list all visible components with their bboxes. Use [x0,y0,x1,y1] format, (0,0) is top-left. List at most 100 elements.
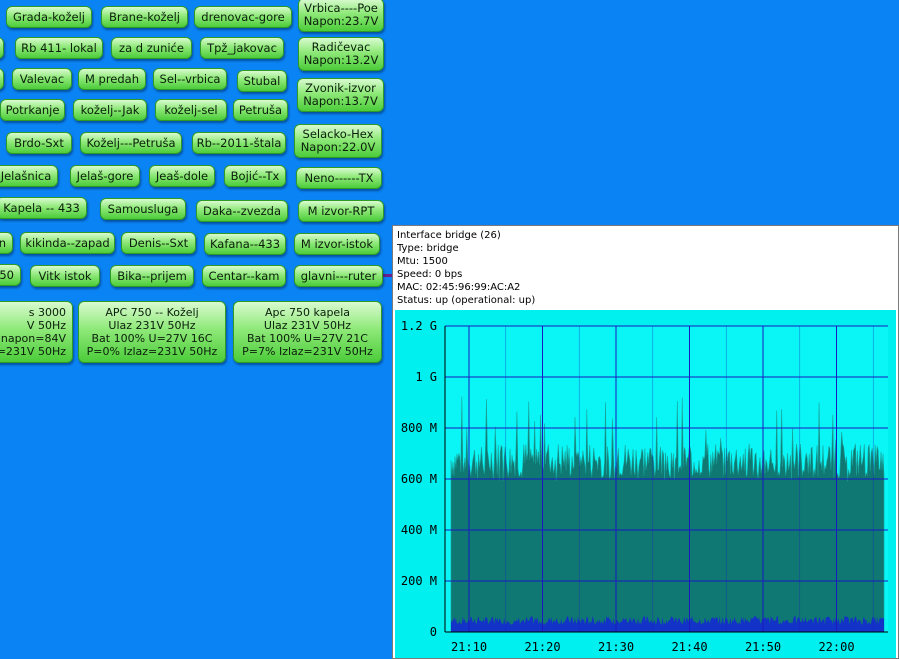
y-tick-label: 800 M [401,421,437,435]
node-apc-750-kozelj[interactable]: APC 750 -- Koželj Ulaz 231V 50Hz Bat 100% … [78,301,226,363]
node-label-line: Napon:13.7V [303,94,378,108]
node-jelas-gore[interactable]: Jelaš-gore [70,165,140,187]
node-label-line: n [0,237,6,250]
x-tick-label: 21:50 [745,640,781,654]
node-centar-kam[interactable]: Centar--kam [202,265,286,287]
node-zvonik-izvor[interactable]: Zvonik-izvor Napon:13.7V [297,78,384,112]
node-label-line: APC 750 -- Koželj [105,306,199,319]
y-tick-label: 600 M [401,472,437,486]
node-partial-n[interactable]: n [0,232,13,254]
node-stubal[interactable]: Stubal [237,70,287,92]
node-valevac[interactable]: Valevac [12,68,72,90]
node-label-line: P=0% Izlaz=231V 50Hz [86,345,218,358]
node-label-line: koželj-sel [164,103,218,117]
interface-tooltip: Interface bridge (26) Type: bridge Mtu: … [392,225,899,659]
node-label-line: Grada-koželj [13,10,85,24]
node-label-line: M izvor-istok [300,237,374,251]
node-label-line: V 50Hz [26,319,66,332]
node-m-izvor-rpt[interactable]: M izvor-RPT [298,200,384,222]
node-apc-750-kapela[interactable]: Apc 750 kapela Ulaz 231V 50Hz Bat 100% U=2… [233,301,382,363]
node-grada-kozelj[interactable]: Grada-koželj [6,6,92,28]
node-label-line: Jeaš-dole [155,169,209,183]
node-samousluga[interactable]: Samousluga [100,198,186,220]
node-potrkanje[interactable]: Potrkanje [0,99,65,121]
node-label-line: Rb--2011-štala [196,136,282,150]
node-label-line: Kapela -- 433 [3,201,80,215]
node-label-line: s 3000 [28,306,66,319]
interface-info: Interface bridge (26) Type: bridge Mtu: … [397,229,535,307]
node-rb-2011-stala[interactable]: Rb--2011-štala [192,132,286,154]
traffic-graph: 0 200 M 400 M 600 M 800 M 1 G 1.2 G 21:10 21:20 2… [395,310,896,658]
node-jelasnica[interactable]: Jelašnica [0,165,58,187]
y-tick-label: 400 M [401,523,437,537]
node-selacko-hex[interactable]: Selacko-Hex Napon:22.0V [294,124,382,158]
node-label-line: Samousluga [107,202,179,216]
node-label-line: koželj--Jak [80,103,140,117]
node-bika-prijem[interactable]: Bika--prijem [110,265,194,287]
node-tpz-jakovac[interactable]: Tpž_jakovac [200,37,284,59]
node-label-line: Ulaz 231V 50Hz [108,319,196,332]
node-label-line: kikinda--zapad [25,236,110,250]
node-partial-750[interactable]: 750 [0,264,21,286]
node-rb-411-lokal[interactable]: Rb 411- lokal [15,37,103,59]
node-neno-tx[interactable]: Neno------TX [296,167,382,189]
node-label-line: Jelaš-gore [76,169,134,183]
node-vrbica-poe[interactable]: Vrbica----Poe Napon:23.7V [298,0,384,32]
interface-type: Type: bridge [397,243,459,254]
node-brdo-sxt[interactable]: Brdo-Sxt [6,132,72,154]
x-tick-label: 21:30 [598,640,634,654]
node-denis-sxt[interactable]: Denis--Sxt [121,232,196,254]
node-label-line: Stubal [243,74,281,88]
node-label-line: Valevac [19,72,65,86]
node-sel-vrbica[interactable]: Sel--vrbica [153,68,227,90]
node-kafana-433[interactable]: Kafana--433 [204,233,286,255]
node-label-line: M izvor-RPT [307,204,375,218]
node-kozelj-sel[interactable]: koželj-sel [155,99,227,121]
node-bojic-tx[interactable]: Bojić--Tx [224,165,286,187]
interface-status: Status: up (operational: up) [397,295,536,306]
y-tick-label: 0 [430,625,437,639]
node-kikinda-zapad[interactable]: kikinda--zapad [20,232,115,254]
node-label-line: Sel--vrbica [159,72,221,86]
node-label-line: Bat 100% U=27V 21C [246,332,368,345]
y-tick-label: 200 M [401,574,437,588]
node-daka-zvezda[interactable]: Daka--zvezda [196,200,288,222]
x-tick-label: 22:00 [818,640,854,654]
node-kozelj-petrusa[interactable]: Koželj---Petruša [80,132,182,154]
interface-mtu: Mtu: 1500 [397,256,448,267]
node-label-line: Petruša [238,103,283,117]
node-label-line: Tpž_jakovac [207,41,277,55]
node-label-line: Jelašnica [0,169,52,183]
interface-speed: Speed: 0 bps [397,269,463,280]
node-glavni-ruter[interactable]: glavni---ruter [294,265,383,287]
node-petrusa[interactable]: Petruša [233,99,288,121]
node-za-d-zunice[interactable]: za d zuniće [111,37,192,59]
interface-title: Interface bridge (26) [397,230,501,241]
node-label-line: drenovac-gore [201,10,285,24]
node-brane-kozelj[interactable]: Brane-koželj [101,6,188,28]
x-tick-label: 21:20 [524,640,560,654]
x-tick-label: 21:40 [671,640,707,654]
node-label-line: Neno------TX [304,171,374,185]
x-tick-label: 21:10 [451,640,487,654]
node-vitk-istok[interactable]: Vitk istok [30,265,100,287]
node-radicevac[interactable]: Radičevac Napon:13.2V [298,37,384,71]
node-jeas-dole[interactable]: Jeaš-dole [149,165,215,187]
node-label-line: Denis--Sxt [128,236,189,250]
node-partial-left[interactable] [0,68,4,90]
node-partial-left[interactable] [0,37,4,59]
node-label-line: Ulaz 231V 50Hz [263,319,352,332]
node-label-line: Brdo-Sxt [14,136,64,150]
node-m-izvor-istok[interactable]: M izvor-istok [294,233,380,255]
node-ups-3000[interactable]: s 3000 V 50Hz napon=84V =231V 50Hz [0,301,73,363]
node-label-line: Napon:22.0V [300,140,376,154]
node-label-line: Bojić--Tx [230,169,280,183]
node-kozelj-jak[interactable]: koželj--Jak [73,99,147,121]
node-label-line: 750 [0,268,14,282]
node-kapela-433[interactable]: Kapela -- 433 [0,197,87,219]
node-label-line: Centar--kam [208,269,280,283]
node-label-line: Bat 100% U=27V 16C [91,332,213,345]
node-drenovac-gore[interactable]: drenovac-gore [194,6,292,28]
node-label-line: Bika--prijem [117,269,187,283]
node-m-predah[interactable]: M predah [78,68,146,90]
